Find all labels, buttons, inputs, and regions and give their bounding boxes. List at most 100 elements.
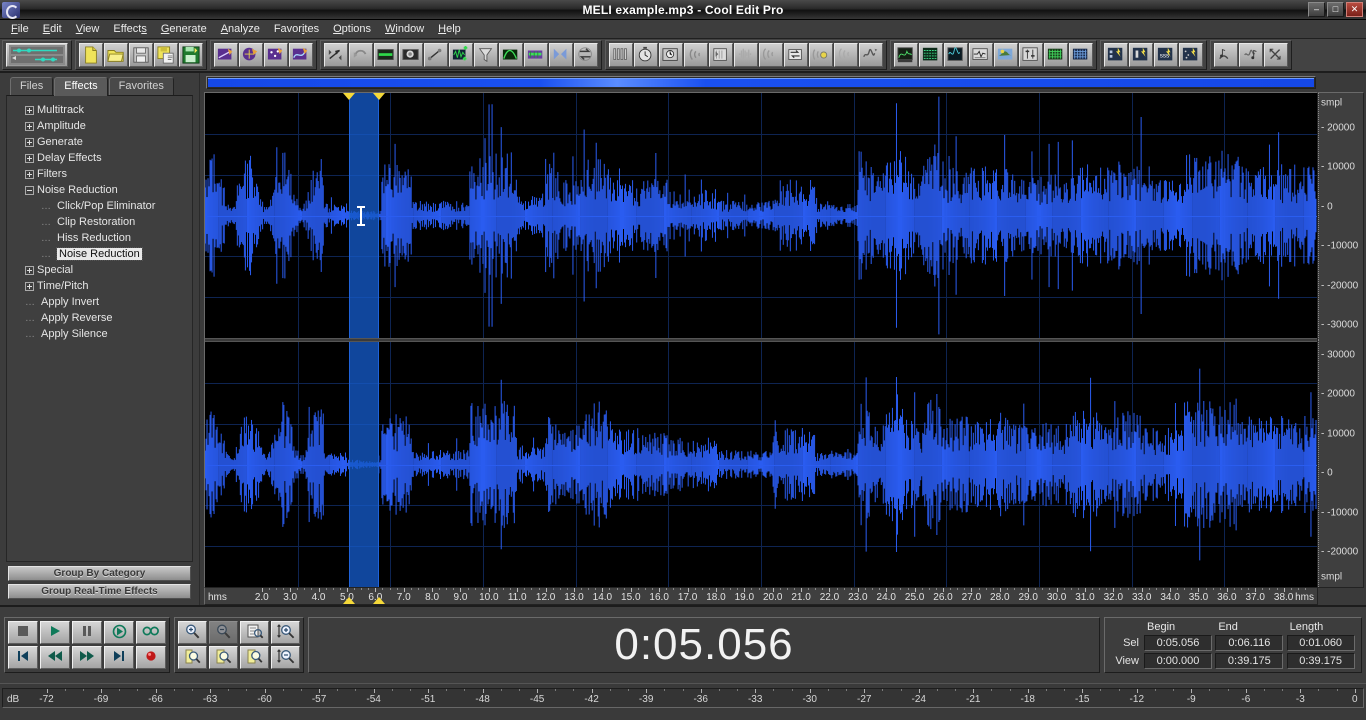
amplify-button[interactable]	[324, 43, 348, 67]
menu-item-edit[interactable]: Edit	[36, 21, 69, 37]
resample-button[interactable]	[1264, 43, 1288, 67]
zoom-out-vertical-button[interactable]	[271, 646, 300, 669]
time-ruler[interactable]: hms hms 2.03.04.05.06.07.08.09.010.011.0…	[204, 588, 1318, 605]
tree-item-amplitude[interactable]: Amplitude	[11, 118, 188, 134]
expand-icon[interactable]	[25, 282, 34, 291]
waveform-canvas[interactable]	[204, 92, 1318, 588]
tree-item-click-pop-eliminator[interactable]: …Click/Pop Eliminator	[11, 198, 188, 214]
sweeping-phaser-button[interactable]	[734, 43, 758, 67]
generate-dtmf-button[interactable]: sss	[1154, 43, 1178, 67]
tree-item-apply-reverse[interactable]: …Apply Reverse	[11, 310, 188, 326]
fade-curve-button[interactable]	[499, 43, 523, 67]
grid-green-button[interactable]	[1044, 43, 1068, 67]
tree-item-multitrack[interactable]: Multitrack	[11, 102, 188, 118]
menu-item-generate[interactable]: Generate	[154, 21, 214, 37]
spectral-display-button[interactable]	[919, 43, 943, 67]
grid-blue-button[interactable]	[1069, 43, 1093, 67]
expand-icon[interactable]	[25, 138, 34, 147]
menu-item-analyze[interactable]: Analyze	[214, 21, 267, 37]
mix-paste-button[interactable]	[449, 43, 473, 67]
menu-item-window[interactable]: Window	[378, 21, 431, 37]
equalizer-button[interactable]	[524, 43, 548, 67]
menu-item-file[interactable]: File	[4, 21, 36, 37]
echo-chamber-button[interactable]	[659, 43, 683, 67]
group-real-time-effects-button[interactable]: Group Real-Time Effects	[8, 584, 191, 599]
zoom-in-vertical-button[interactable]	[271, 621, 300, 644]
tree-item-noise-reduction[interactable]: Noise Reduction	[11, 182, 188, 198]
undo-button[interactable]	[349, 43, 373, 67]
pause-button[interactable]	[72, 621, 102, 644]
waveform-channel-right[interactable]	[205, 342, 1317, 587]
distortion-button[interactable]	[859, 43, 883, 67]
zoom-to-right-edge-button[interactable]	[240, 646, 269, 669]
save-button[interactable]	[129, 43, 153, 67]
expand-icon[interactable]	[25, 154, 34, 163]
delay-button[interactable]	[634, 43, 658, 67]
record-button[interactable]	[136, 646, 166, 669]
view-begin-field[interactable]: 0:00.000	[1144, 653, 1212, 669]
menu-item-help[interactable]: Help	[431, 21, 468, 37]
multitap-delay-button[interactable]	[759, 43, 783, 67]
tree-item-time-pitch[interactable]: Time/Pitch	[11, 278, 188, 294]
generate-noise-button[interactable]	[1129, 43, 1153, 67]
waveform-statistics-button[interactable]	[944, 43, 968, 67]
expand-icon[interactable]	[25, 122, 34, 131]
tree-item-apply-invert[interactable]: …Apply Invert	[11, 294, 188, 310]
open-file-button[interactable]	[104, 43, 128, 67]
tree-item-filters[interactable]: Filters	[11, 166, 188, 182]
view-length-field[interactable]: 0:39.175	[1287, 653, 1355, 669]
tree-item-delay-effects[interactable]: Delay Effects	[11, 150, 188, 166]
expand-icon[interactable]	[25, 170, 34, 179]
selection-start-marker[interactable]	[343, 597, 355, 604]
scrollbar-thumb[interactable]	[208, 78, 1314, 87]
dynamic-eq-button[interactable]	[809, 43, 833, 67]
frequency-analysis-button[interactable]	[894, 43, 918, 67]
tree-item-generate[interactable]: Generate	[11, 134, 188, 150]
hard-limiter-button[interactable]	[784, 43, 808, 67]
pitch-shift-button[interactable]	[1239, 43, 1263, 67]
zoom-in-horizontal-button[interactable]	[178, 621, 207, 644]
normalize-button[interactable]	[374, 43, 398, 67]
selection-start-handle[interactable]	[343, 93, 355, 100]
expand-icon[interactable]	[25, 106, 34, 115]
time-display[interactable]: 0:05.056	[308, 617, 1100, 673]
envelope-button[interactable]	[424, 43, 448, 67]
horizontal-scrollbar[interactable]	[206, 76, 1316, 89]
generate-tones-button[interactable]	[1104, 43, 1128, 67]
tab-favorites[interactable]: Favorites	[109, 77, 174, 95]
chorus-button[interactable]	[684, 43, 708, 67]
selection-end-marker[interactable]	[373, 597, 385, 604]
tree-item-noise-reduction[interactable]: …Noise Reduction	[11, 246, 188, 262]
menu-item-options[interactable]: Options	[326, 21, 378, 37]
hiss-reduction-button[interactable]	[1019, 43, 1043, 67]
convert-button[interactable]	[574, 43, 598, 67]
tab-effects[interactable]: Effects	[54, 77, 107, 96]
tree-item-hiss-reduction[interactable]: …Hiss Reduction	[11, 230, 188, 246]
effects-tree[interactable]: MultitrackAmplitudeGenerateDelay Effects…	[6, 95, 193, 562]
tree-item-apply-silence[interactable]: …Apply Silence	[11, 326, 188, 342]
tree-item-clip-restoration[interactable]: …Clip Restoration	[11, 214, 188, 230]
waveform-channel-left[interactable]	[205, 93, 1317, 338]
db-scale-strip[interactable]: dB -72-69-66-63-60-57-54-51-48-45-42-39-…	[2, 688, 1364, 708]
multitrack-waveform-view-button[interactable]	[6, 43, 68, 67]
tab-files[interactable]: Files	[10, 77, 53, 95]
generate-silence-button[interactable]	[1179, 43, 1203, 67]
go-to-beginning-button[interactable]	[8, 646, 38, 669]
dynamics-button[interactable]	[399, 43, 423, 67]
edit-view-button[interactable]	[214, 43, 238, 67]
close-button[interactable]: ✕	[1346, 2, 1363, 17]
level-meter-ruler[interactable]: dB -72-69-66-63-60-57-54-51-48-45-42-39-…	[0, 683, 1366, 711]
click-pop-eliminator-button[interactable]	[994, 43, 1018, 67]
fast-forward-button[interactable]	[72, 646, 102, 669]
group-by-category-button[interactable]: Group By Category	[8, 566, 191, 581]
zoom-out-horizontal-button[interactable]	[209, 621, 238, 644]
sel-length-field[interactable]: 0:01.060	[1287, 635, 1355, 651]
flanger-button[interactable]	[709, 43, 733, 67]
zoom-to-left-edge-button[interactable]	[209, 646, 238, 669]
expand-icon[interactable]	[25, 266, 34, 275]
view-end-field[interactable]: 0:39.175	[1215, 653, 1283, 669]
zoom-to-selection-button[interactable]	[178, 646, 207, 669]
selection-end-handle[interactable]	[373, 93, 385, 100]
maximize-button[interactable]: □	[1327, 2, 1344, 17]
zoom-out-full-button[interactable]	[240, 621, 269, 644]
